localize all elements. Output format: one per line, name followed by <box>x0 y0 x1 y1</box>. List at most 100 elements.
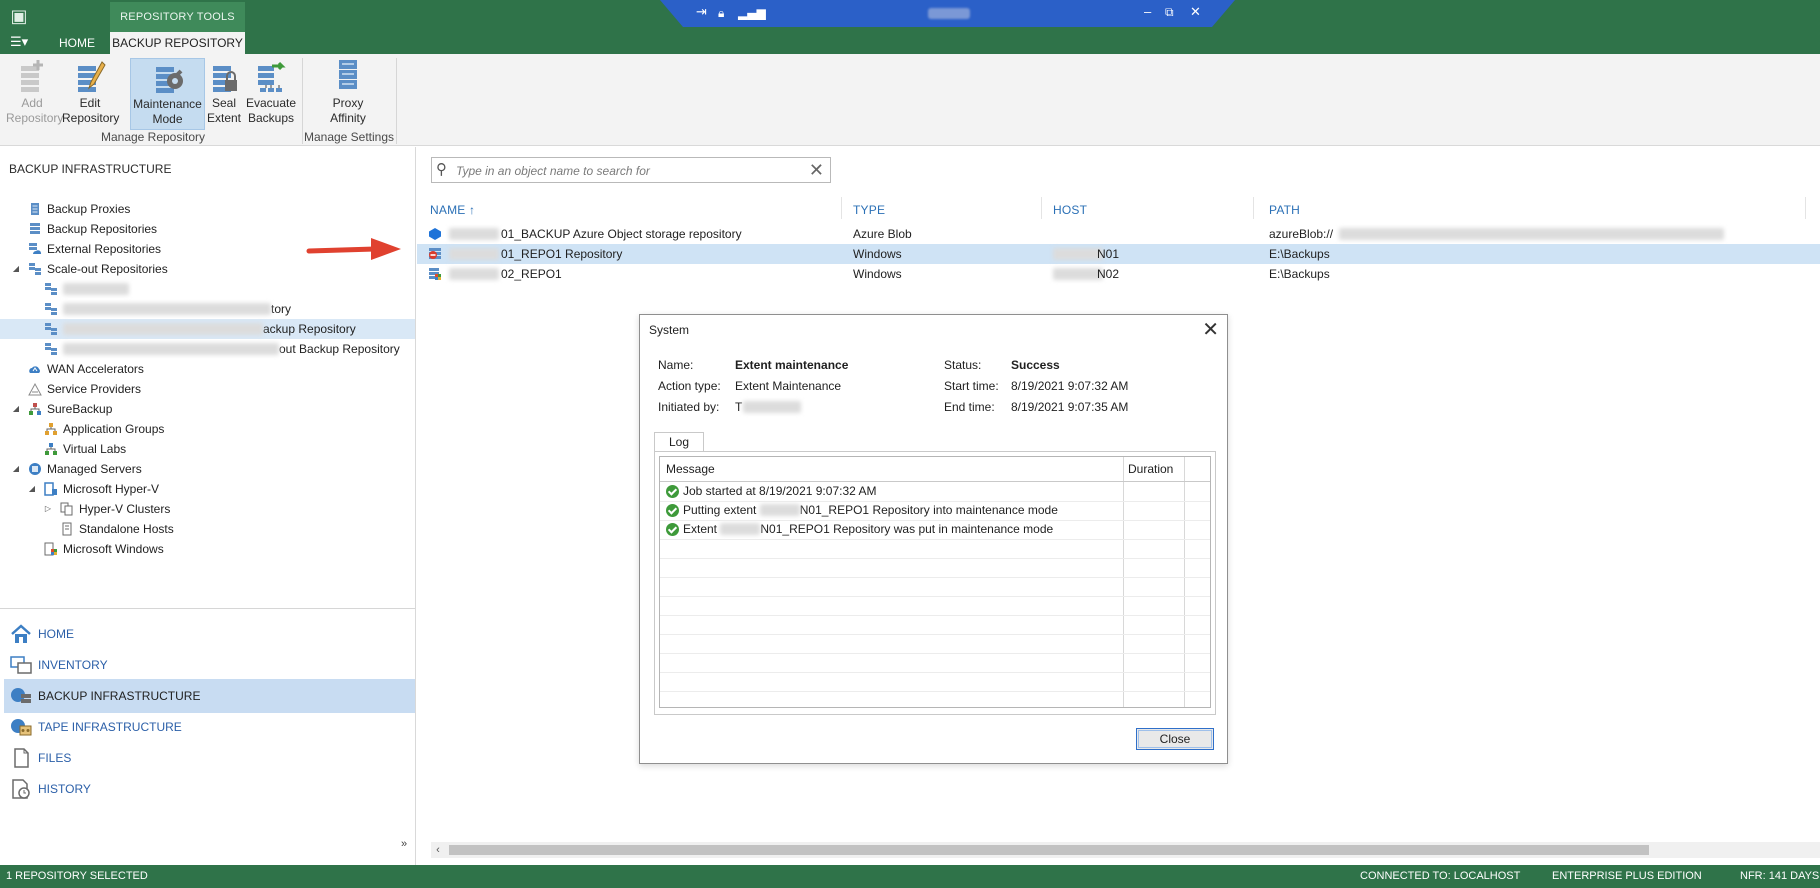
tree-item-surebackup[interactable]: ◢ SureBackup <box>10 399 112 419</box>
maintenance-mode-button[interactable]: Maintenance Mode <box>130 58 205 130</box>
success-check-icon <box>666 523 679 536</box>
column-header-type[interactable]: TYPE <box>853 203 885 217</box>
tree-item-microsoft-hyper-v[interactable]: ◢ Microsoft Hyper-V <box>26 479 159 499</box>
log-grid-line <box>660 672 1210 673</box>
collapsed-caret-icon[interactable]: ▷ <box>42 499 54 519</box>
dialog-title: System <box>649 323 690 337</box>
nav-home[interactable]: HOME <box>4 617 415 651</box>
redacted-name <box>63 303 271 315</box>
log-column-message[interactable]: Message <box>666 457 715 481</box>
tree-item-managed-servers[interactable]: ◢ Managed Servers <box>10 459 142 479</box>
seal-extent-button[interactable]: Seal Extent <box>206 58 242 130</box>
license-status: NFR: 141 DAYS REI <box>1740 870 1820 882</box>
pin-icon[interactable]: ⇥ <box>696 4 707 22</box>
column-separator[interactable] <box>1253 197 1254 219</box>
table-row[interactable]: 02_REPO1 Windows N02 E:\Backups <box>417 264 1820 284</box>
tree-item-service-providers[interactable]: Service Providers <box>28 379 141 399</box>
status-label: Status: <box>944 358 982 372</box>
log-row[interactable]: Job started at 8/19/2021 9:07:32 AM <box>660 482 1210 501</box>
start-time-label: Start time: <box>944 379 999 393</box>
expanded-caret-icon[interactable]: ◢ <box>10 459 22 479</box>
navigation-pane-title: BACKUP INFRASTRUCTURE <box>9 162 172 176</box>
proxy-affinity-button[interactable]: Proxy Affinity <box>320 58 376 130</box>
system-dialog: System ✕ Name: Extent maintenance Action… <box>639 314 1228 764</box>
virtual-labs-icon <box>45 443 57 455</box>
column-header-path[interactable]: PATH <box>1269 203 1300 217</box>
restore-button[interactable]: ⧉ <box>1165 3 1174 21</box>
action-type-value: Extent Maintenance <box>735 379 842 393</box>
log-grid-line <box>660 539 1210 540</box>
dialog-close-icon[interactable]: ✕ <box>1202 317 1219 341</box>
expanded-caret-icon[interactable]: ◢ <box>26 479 38 499</box>
log-column-duration[interactable]: Duration <box>1128 457 1173 481</box>
name-value: Extent maintenance <box>735 358 849 372</box>
nav-tape-infrastructure[interactable]: TAPE INFRASTRUCTURE <box>4 710 415 744</box>
redacted-name <box>63 323 263 335</box>
evacuate-backups-icon <box>254 58 288 94</box>
ribbon: Add Repository Edit Repository Maintenan… <box>0 54 1820 146</box>
lock-icon[interactable]: 🔒︎ <box>718 4 724 22</box>
column-separator[interactable] <box>841 197 842 219</box>
tab-backup-repository[interactable]: BACKUP REPOSITORY <box>110 32 245 54</box>
search-input[interactable] <box>456 162 786 179</box>
redacted-name <box>720 523 761 535</box>
tree-item-scale-out-repository[interactable] <box>44 279 129 299</box>
clear-search-icon[interactable]: ✕ <box>809 160 824 180</box>
close-button[interactable]: Close <box>1136 728 1214 750</box>
tree-item-external-repositories[interactable]: External Repositories <box>28 239 161 259</box>
table-row[interactable]: 01_REPO1 Repository Windows N01 E:\Backu… <box>417 244 1820 264</box>
column-separator[interactable] <box>1041 197 1042 219</box>
edit-repository-button[interactable]: Edit Repository <box>62 58 119 130</box>
tree-item-standalone-hosts[interactable]: Standalone Hosts <box>60 519 174 539</box>
collapse-navigation-button[interactable]: » <box>401 838 407 850</box>
tree-item-virtual-labs[interactable]: Virtual Labs <box>44 439 126 459</box>
log-row[interactable]: Putting extent N01_REPO1 Repository into… <box>660 501 1210 520</box>
table-row[interactable]: 01_BACKUP Azure Object storage repositor… <box>417 224 1820 244</box>
tree-item-scale-out-repository[interactable]: out Backup Repository <box>44 339 400 359</box>
nav-files[interactable]: FILES <box>4 741 415 775</box>
end-time-value: 8/19/2021 9:07:35 AM <box>1011 400 1129 414</box>
signal-icon[interactable]: ▂▄▆ <box>738 4 766 22</box>
scroll-left-button[interactable]: ‹ <box>431 842 445 858</box>
scale-out-repository-icon <box>45 323 57 335</box>
main-menu-button[interactable]: ☰▾ <box>10 34 28 50</box>
redacted-name <box>449 228 499 240</box>
tab-log[interactable]: Log <box>654 432 704 452</box>
scale-out-repositories-icon <box>29 263 41 275</box>
scrollbar-thumb[interactable] <box>449 845 1649 855</box>
tree-item-hyper-v-clusters[interactable]: ▷ Hyper-V Clusters <box>42 499 170 519</box>
column-header-name[interactable]: NAME ↑ <box>430 203 475 217</box>
selection-status: 1 REPOSITORY SELECTED <box>6 870 148 882</box>
status-bar: 1 REPOSITORY SELECTED CONNECTED TO: LOCA… <box>0 865 1820 888</box>
backup-repositories-icon <box>30 223 40 234</box>
tree-item-microsoft-windows[interactable]: Microsoft Windows <box>44 539 164 559</box>
wan-accelerators-icon <box>29 366 40 373</box>
nav-history[interactable]: HISTORY <box>4 772 415 806</box>
navigation-separator <box>0 608 415 609</box>
expanded-caret-icon[interactable]: ◢ <box>10 259 22 279</box>
tree-item-scale-out-repository[interactable]: ackup Repository <box>0 319 415 339</box>
evacuate-backups-button[interactable]: Evacuate Backups <box>244 58 298 130</box>
nav-inventory[interactable]: INVENTORY <box>4 648 415 682</box>
tree-item-scale-out-repositories[interactable]: ◢ Scale-out Repositories <box>10 259 168 279</box>
tree-item-wan-accelerators[interactable]: WAN Accelerators <box>28 359 144 379</box>
redacted-host <box>1053 268 1103 280</box>
repository-icon <box>429 268 441 280</box>
expanded-caret-icon[interactable]: ◢ <box>10 399 22 419</box>
log-row[interactable]: Extent N01_REPO1 Repository was put in m… <box>660 520 1210 539</box>
horizontal-scrollbar[interactable]: ‹ <box>431 842 1820 858</box>
tree-item-backup-repositories[interactable]: Backup Repositories <box>28 219 157 239</box>
log-grid-line <box>660 653 1210 654</box>
service-providers-icon <box>28 382 42 396</box>
nav-backup-infrastructure[interactable]: BACKUP INFRASTRUCTURE <box>4 679 415 713</box>
close-button[interactable]: ✕ <box>1190 3 1201 21</box>
column-header-host[interactable]: HOST <box>1053 203 1087 217</box>
add-repository-button[interactable]: Add Repository <box>6 58 63 130</box>
scale-out-repository-icon <box>45 343 57 355</box>
tree-item-scale-out-repository[interactable]: tory <box>44 299 291 319</box>
column-separator[interactable] <box>1805 197 1806 219</box>
tree-item-backup-proxies[interactable]: Backup Proxies <box>28 199 130 219</box>
minimize-button[interactable]: – <box>1144 3 1151 21</box>
tree-item-application-groups[interactable]: Application Groups <box>44 419 164 439</box>
tab-home[interactable]: HOME <box>52 32 102 54</box>
